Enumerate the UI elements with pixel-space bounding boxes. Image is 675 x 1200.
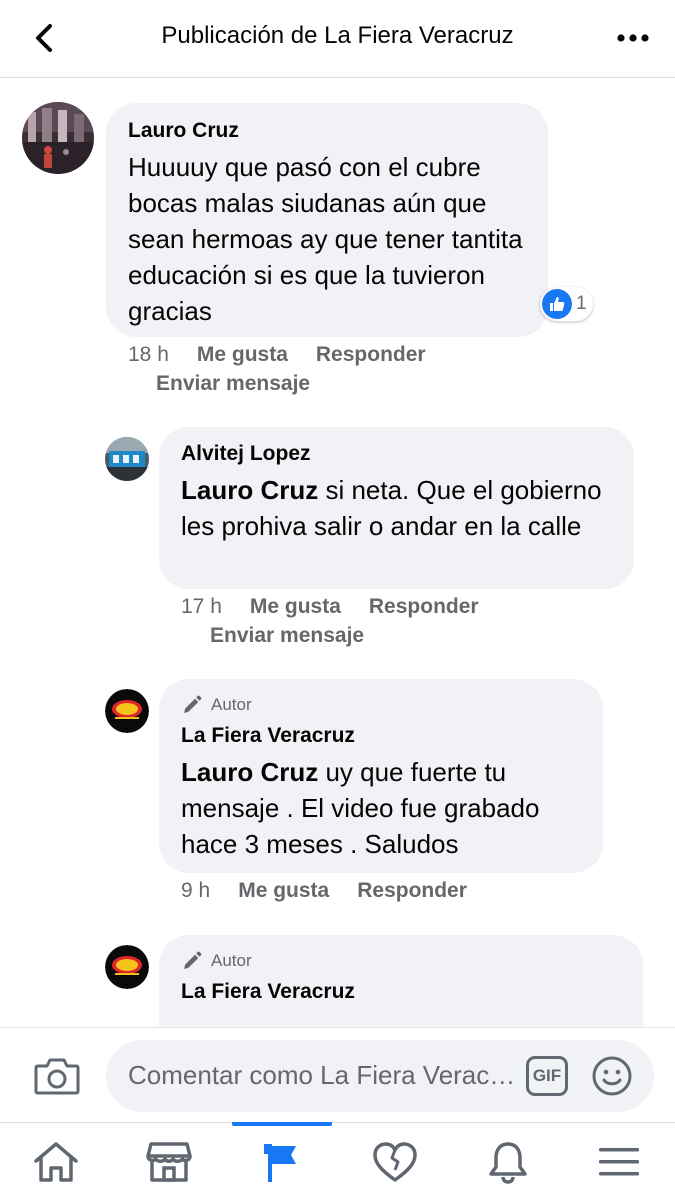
comment-bubble: Lauro Cruz Huuuuy que pasó con el cubre … <box>106 103 548 337</box>
comment-author[interactable]: La Fiera Veracruz <box>181 724 583 748</box>
like-reaction-icon <box>542 289 572 319</box>
tab-pages[interactable] <box>226 1123 338 1200</box>
avatar[interactable] <box>105 689 149 733</box>
bottom-tab-bar <box>0 1122 675 1200</box>
comment-author[interactable]: Alvitej Lopez <box>181 442 614 466</box>
comment-text: Lauro Cruz si neta. Que el gobierno les … <box>181 475 602 541</box>
send-message-button[interactable]: Enviar mensaje <box>210 624 364 648</box>
pencil-icon <box>184 951 202 969</box>
tab-menu[interactable] <box>563 1123 675 1200</box>
reaction-count: 1 <box>576 293 587 314</box>
comment-input[interactable]: Comentar como La Fiera Veracruz GIF <box>106 1040 654 1112</box>
send-message-button[interactable]: Enviar mensaje <box>156 372 310 396</box>
avatar[interactable] <box>105 945 149 989</box>
tab-marketplace[interactable] <box>113 1123 225 1200</box>
like-button[interactable]: Me gusta <box>197 343 288 366</box>
more-horizontal-icon <box>617 34 649 42</box>
comment-timestamp: 9 h <box>181 879 211 902</box>
home-icon <box>34 1142 78 1182</box>
avatar[interactable] <box>22 102 94 174</box>
gif-button[interactable]: GIF <box>526 1056 568 1096</box>
tab-dating[interactable] <box>339 1123 451 1200</box>
comment-bubble: Alvitej Lopez Lauro Cruz si neta. Que el… <box>159 427 634 589</box>
comment-author[interactable]: Lauro Cruz <box>128 119 528 143</box>
reply-button[interactable]: Responder <box>316 343 426 366</box>
comment-actions: 17 h Me gusta Responder <box>181 595 507 619</box>
comment-bubble: Autor La Fiera Veracruz <box>159 935 643 1027</box>
comment-text: Lauro Cruz uy que fuerte tu mensaje . El… <box>181 757 540 859</box>
camera-icon <box>34 1058 80 1095</box>
mention-link[interactable]: Lauro Cruz <box>181 757 318 787</box>
comment-text: Huuuuy que pasó con el cubre bocas malas… <box>128 152 523 326</box>
top-bar: Publicación de La Fiera Veracruz <box>0 0 675 78</box>
camera-button[interactable] <box>32 1053 82 1099</box>
reply-button[interactable]: Responder <box>369 595 479 618</box>
notifications-bell-icon <box>489 1142 527 1184</box>
comment-actions: 18 h Me gusta Responder <box>128 343 454 367</box>
comment-actions: 9 h Me gusta Responder <box>181 879 495 903</box>
reply-button[interactable]: Responder <box>357 879 467 902</box>
menu-icon <box>599 1148 639 1176</box>
avatar[interactable] <box>105 437 149 481</box>
author-badge: Autor <box>181 694 583 716</box>
smile-icon <box>592 1056 632 1096</box>
like-button[interactable]: Me gusta <box>238 879 329 902</box>
comment-input-placeholder: Comentar como La Fiera Veracruz <box>128 1060 523 1090</box>
pages-flag-icon <box>264 1144 296 1182</box>
emoji-button[interactable] <box>590 1054 634 1098</box>
comment-timestamp: 18 h <box>128 343 169 366</box>
author-badge: Autor <box>181 950 623 972</box>
comment-timestamp: 17 h <box>181 595 222 618</box>
comment-composer: Comentar como La Fiera Veracruz GIF <box>0 1027 675 1122</box>
like-button[interactable]: Me gusta <box>250 595 341 618</box>
reaction-summary[interactable]: 1 <box>540 287 593 321</box>
tab-notifications[interactable] <box>452 1123 564 1200</box>
comment-thread[interactable]: Lauro Cruz Huuuuy que pasó con el cubre … <box>0 79 675 1027</box>
comment-bubble: Autor La Fiera Veracruz Lauro Cruz uy qu… <box>159 679 603 873</box>
page-title: Publicación de La Fiera Veracruz <box>161 22 514 49</box>
tab-home[interactable] <box>0 1123 112 1200</box>
marketplace-icon <box>146 1142 192 1182</box>
more-options-button[interactable] <box>613 18 653 58</box>
pencil-icon <box>184 695 202 713</box>
mention-link[interactable]: Lauro Cruz <box>181 475 318 505</box>
dating-heart-icon <box>373 1142 417 1182</box>
comment-author[interactable]: La Fiera Veracruz <box>181 980 623 1004</box>
